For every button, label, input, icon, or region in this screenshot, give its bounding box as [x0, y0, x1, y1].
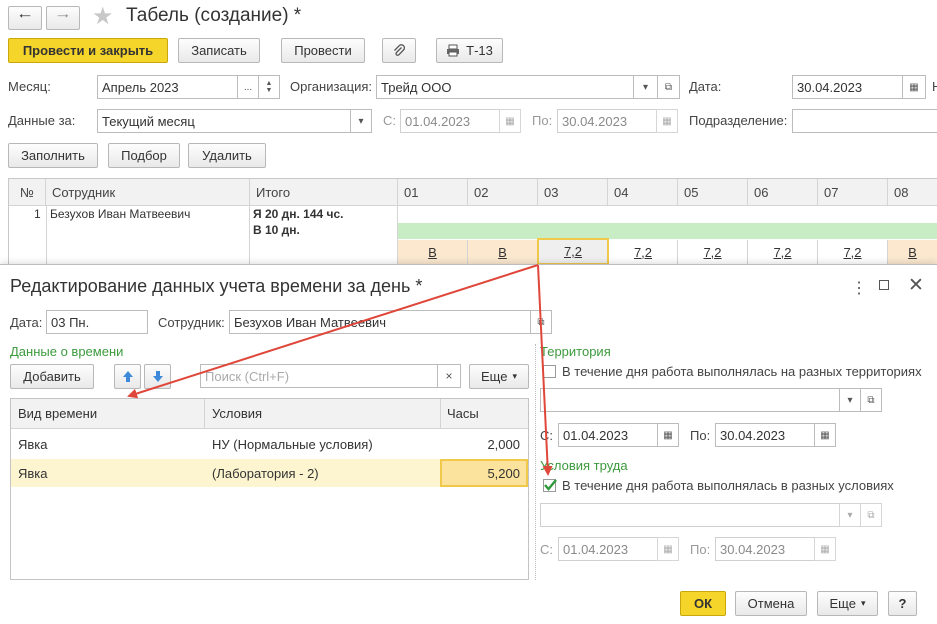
arrow-to-grid [127, 264, 539, 399]
annotation-arrows [127, 264, 553, 476]
arrow-to-conditions-checkbox [537, 264, 553, 476]
